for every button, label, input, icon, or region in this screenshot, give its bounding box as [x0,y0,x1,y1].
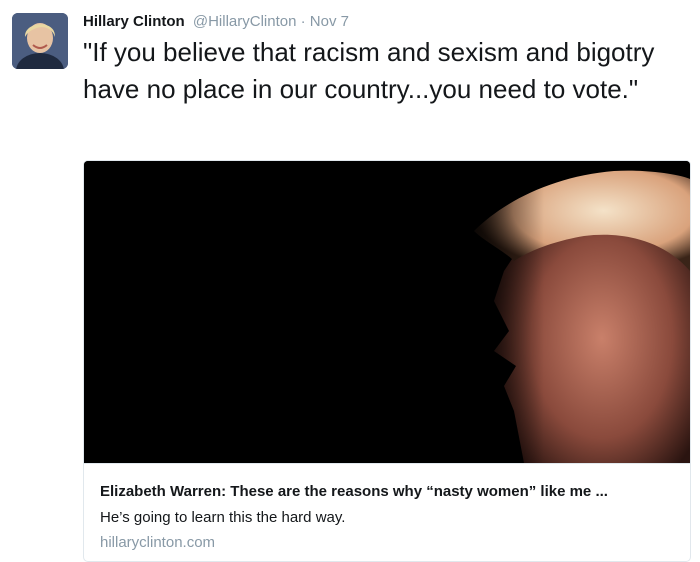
author-name[interactable]: Hillary Clinton [83,13,185,30]
card-description: He’s going to learn this the hard way. [100,509,346,526]
separator-dot: · [300,13,306,30]
tweet-text: "If you believe that racism and sexism a… [83,37,655,104]
portrait-photo [84,161,690,463]
card-image[interactable] [84,161,690,463]
card-domain[interactable]: hillaryclinton.com [100,534,215,551]
tweet-header: Hillary Clinton @HillaryClinton · Nov 7 [83,12,349,32]
card-body[interactable]: Elizabeth Warren: These are the reasons … [84,463,690,561]
tweet-timestamp[interactable]: Nov 7 [310,13,349,30]
avatar[interactable] [12,13,68,69]
author-handle[interactable]: @HillaryClinton [193,13,297,30]
card-title[interactable]: Elizabeth Warren: These are the reasons … [100,483,680,500]
link-card[interactable]: Elizabeth Warren: These are the reasons … [83,160,691,562]
avatar-image [12,13,68,69]
